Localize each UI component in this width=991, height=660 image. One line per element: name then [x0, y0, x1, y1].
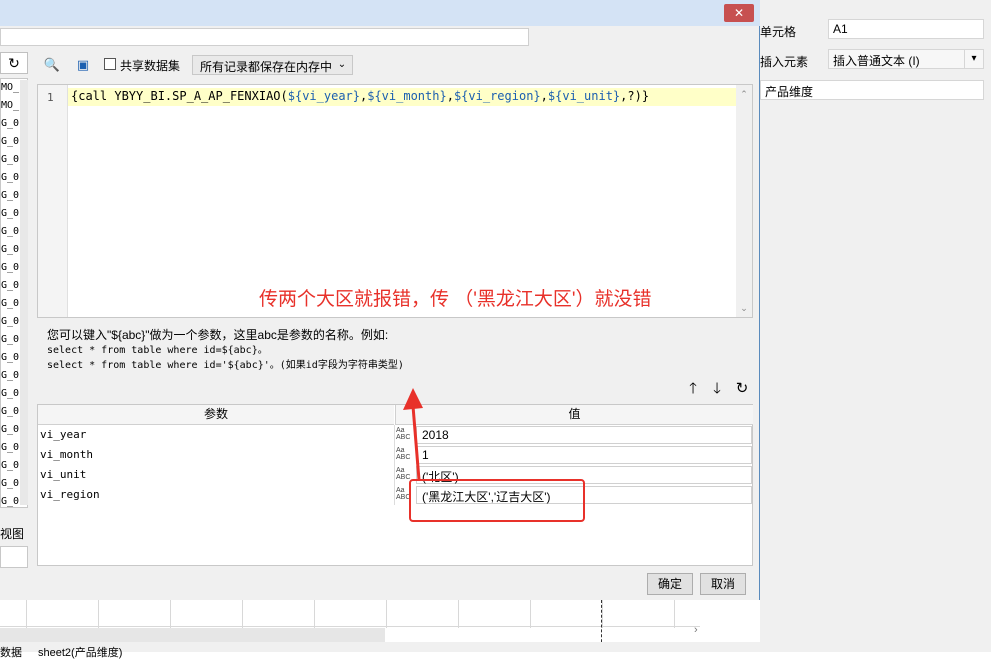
- grid-line: [386, 600, 387, 628]
- param-value-input[interactable]: ('北区'): [416, 466, 752, 484]
- sql-prefix: {call YBYY_BI.SP_A_AP_FENXIAO(: [71, 89, 288, 103]
- string-type-icon: Aa ABC: [396, 447, 411, 461]
- arrow-up-icon: 🡑: [689, 380, 697, 397]
- table-row: vi_region Aa ABC ('黑龙江大区','辽吉大区'): [38, 485, 752, 505]
- share-dataset-checkbox[interactable]: [104, 58, 116, 70]
- close-button[interactable]: ✕: [724, 4, 754, 22]
- help-line: select * from table where id='${abc}'。(如…: [47, 360, 404, 371]
- grid-line: [26, 600, 27, 628]
- ok-button[interactable]: 确定: [647, 573, 693, 595]
- sql-statement: {call YBYY_BI.SP_A_AP_FENXIAO(${vi_year}…: [71, 89, 649, 103]
- string-type-icon: Aa ABC: [396, 427, 411, 441]
- chevron-down-icon: ⌄: [337, 59, 347, 70]
- property-panel: 单元格 A1 插入元素 插入普通文本 (I) ▾ 产品维度: [748, 0, 991, 652]
- scroll-up-icon[interactable]: ⌃: [736, 87, 752, 101]
- preview-button[interactable]: 🔍: [43, 56, 61, 74]
- refresh-button[interactable]: ↻: [0, 52, 28, 74]
- cell-field[interactable]: A1: [828, 19, 984, 39]
- cell-value: A1: [833, 22, 848, 36]
- grid-line: [314, 600, 315, 628]
- table-list-scrollbar[interactable]: [20, 80, 28, 505]
- sql-var-year: ${vi_year}: [287, 89, 360, 103]
- chevron-down-icon: ▾: [964, 50, 983, 68]
- insert-element-value: 插入普通文本 (I): [833, 54, 920, 68]
- value-column-header: 值: [395, 405, 753, 425]
- param-name: vi_year: [40, 428, 87, 441]
- parameter-table: 参数 值 vi_year Aa ABC 2018 vi_month Aa ABC 1…: [37, 404, 753, 566]
- scroll-down-icon[interactable]: ⌄: [736, 301, 752, 315]
- parameter-help: 您可以键入"${abc}"做为一个参数，这里abc是参数的名称。例如: sele…: [47, 328, 404, 373]
- grid-line: [0, 626, 700, 627]
- error-annotation: 传两个大区就报错，传 （'黑龙江大区'）就没错: [259, 289, 652, 310]
- insert-element-select[interactable]: 插入普通文本 (I) ▾: [828, 49, 984, 69]
- table-row: vi_year Aa ABC 2018: [38, 425, 752, 445]
- sql-var-unit: ${vi_unit}: [547, 89, 621, 103]
- sql-suffix: ,?)}: [620, 89, 650, 103]
- sheet-tab-label[interactable]: 数据: [0, 644, 22, 660]
- param-value-input[interactable]: 2018: [416, 426, 752, 444]
- move-down-button[interactable]: 🡓: [708, 380, 726, 398]
- sheet-tab-label[interactable]: sheet2(产品维度): [38, 644, 122, 660]
- grid-line: [530, 600, 531, 628]
- sql-comma: ,: [446, 89, 454, 103]
- param-name: vi_region: [40, 488, 100, 501]
- preview-icon: 🔍: [43, 57, 61, 72]
- param-value-input[interactable]: 1: [416, 446, 752, 464]
- param-value-input[interactable]: ('黑龙江大区','辽吉大区'): [416, 486, 752, 504]
- move-up-button[interactable]: 🡑: [684, 380, 702, 398]
- insert-element-label: 插入元素: [760, 55, 809, 69]
- sql-var-region: ${vi_region}: [453, 89, 541, 103]
- grid-line: [458, 600, 459, 628]
- table-row: vi_unit Aa ABC ('北区'): [38, 465, 752, 485]
- sql-editor[interactable]: 1 {call YBYY_BI.SP_A_AP_FENXIAO(${vi_yea…: [37, 84, 753, 318]
- share-dataset-label: 共享数据集: [120, 59, 181, 73]
- line-number: 1: [47, 91, 54, 104]
- sql-var-month: ${vi_month}: [367, 89, 447, 103]
- memory-mode-value: 所有记录都保存在内存中: [200, 60, 333, 74]
- save-icon: ▣: [76, 57, 90, 72]
- refresh-icon: ↻: [8, 55, 20, 71]
- dialog-titlebar[interactable]: ✕: [0, 0, 760, 26]
- help-line: 您可以键入"${abc}"做为一个参数，这里abc是参数的名称。例如:: [47, 328, 389, 342]
- grid-line: [170, 600, 171, 628]
- help-line: select * from table where id=${abc}。: [47, 345, 268, 356]
- table-row: vi_month Aa ABC 1: [38, 445, 752, 465]
- grid-line: [674, 600, 675, 628]
- chevron-right-icon[interactable]: ›: [694, 624, 698, 636]
- save-button[interactable]: ▣: [74, 56, 92, 74]
- grid-line: [602, 600, 603, 628]
- cancel-button[interactable]: 取消: [700, 573, 746, 595]
- refresh-params-button[interactable]: ↻: [733, 380, 751, 398]
- param-name: vi_unit: [40, 468, 87, 481]
- view-label: 视图: [0, 527, 25, 541]
- dataset-dialog: ✕ ↻ MO_ MO_ G_0 G_0 G_0 G_0 G_0 G_0 G_0 G_0 G_0 G_0…: [0, 0, 760, 600]
- string-type-icon: Aa ABC: [396, 467, 411, 481]
- param-name: vi_month: [40, 448, 93, 461]
- cell-label: 单元格: [760, 25, 797, 39]
- editor-scrollbar[interactable]: ⌃ ⌄: [736, 85, 752, 317]
- param-column-header: 参数: [38, 405, 394, 425]
- dimension-value: 产品维度: [765, 85, 814, 99]
- memory-mode-select[interactable]: 所有记录都保存在内存中 ⌄: [192, 55, 353, 75]
- refresh-icon: ↻: [735, 380, 749, 397]
- sql-comma: ,: [540, 89, 548, 103]
- dataset-name-field[interactable]: [0, 28, 529, 46]
- view-list[interactable]: [0, 546, 28, 568]
- close-icon: ✕: [733, 6, 745, 20]
- dimension-field[interactable]: 产品维度: [760, 80, 984, 100]
- arrow-down-icon: 🡓: [713, 380, 721, 397]
- grid-line: [242, 600, 243, 628]
- string-type-icon: Aa ABC: [396, 487, 411, 501]
- horizontal-scrollbar[interactable]: [0, 628, 385, 642]
- grid-line: [98, 600, 99, 628]
- line-gutter: 1: [38, 85, 68, 317]
